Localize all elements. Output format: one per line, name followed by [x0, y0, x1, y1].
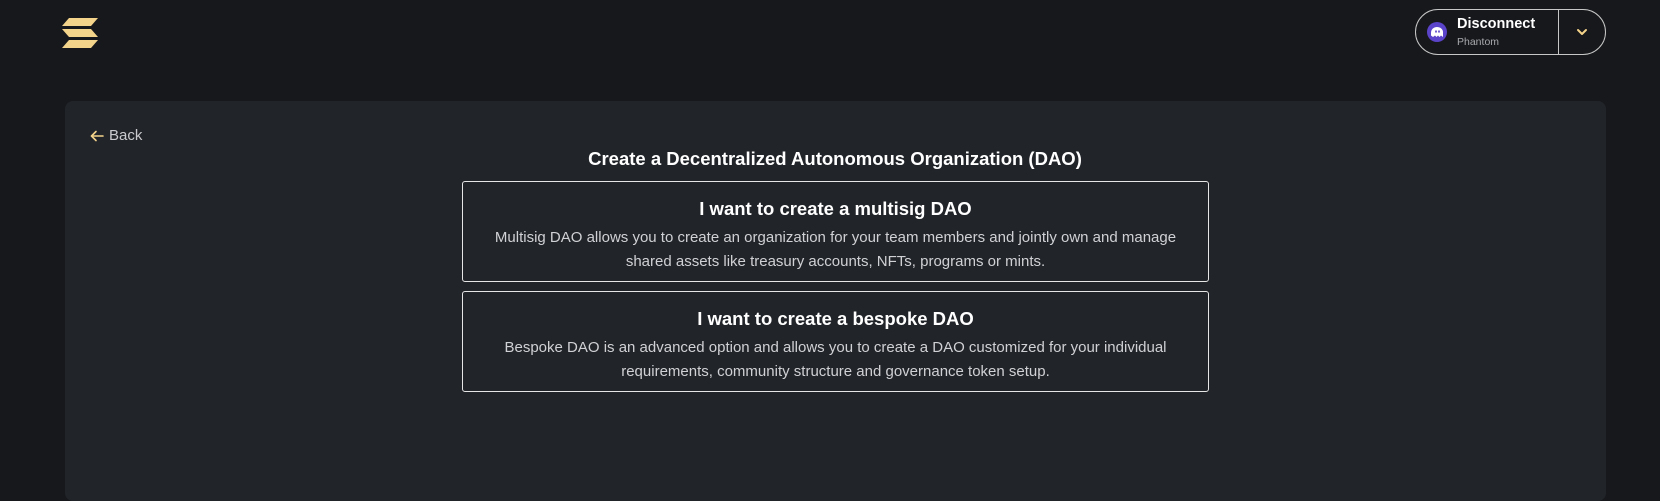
arrow-left-icon — [90, 130, 104, 141]
wallet-provider-label: Phantom — [1457, 35, 1500, 48]
option-description: Multisig DAO allows you to create an org… — [494, 229, 1177, 270]
wallet-action-label: Disconnect — [1457, 16, 1536, 32]
option-title: I want to create a multisig DAO — [699, 198, 972, 219]
option-title: I want to create a bespoke DAO — [697, 308, 974, 329]
solana-logo-icon[interactable] — [62, 18, 98, 48]
wallet-menu-toggle[interactable] — [1559, 10, 1605, 54]
disconnect-button[interactable]: Disconnect Phantom — [1416, 10, 1558, 54]
back-label: Back — [109, 127, 143, 144]
wallet-connect-control: Disconnect Phantom — [1415, 9, 1606, 55]
bespoke-dao-option[interactable]: I want to create a bespoke DAO Bespoke D… — [462, 291, 1209, 392]
chevron-down-icon — [1577, 29, 1587, 35]
back-link[interactable]: Back — [90, 127, 142, 144]
page-title: Create a Decentralized Autonomous Organi… — [588, 148, 1082, 169]
phantom-ghost-icon — [1427, 22, 1447, 42]
option-description: Bespoke DAO is an advanced option and al… — [504, 339, 1167, 380]
multisig-dao-option[interactable]: I want to create a multisig DAO Multisig… — [462, 181, 1209, 282]
